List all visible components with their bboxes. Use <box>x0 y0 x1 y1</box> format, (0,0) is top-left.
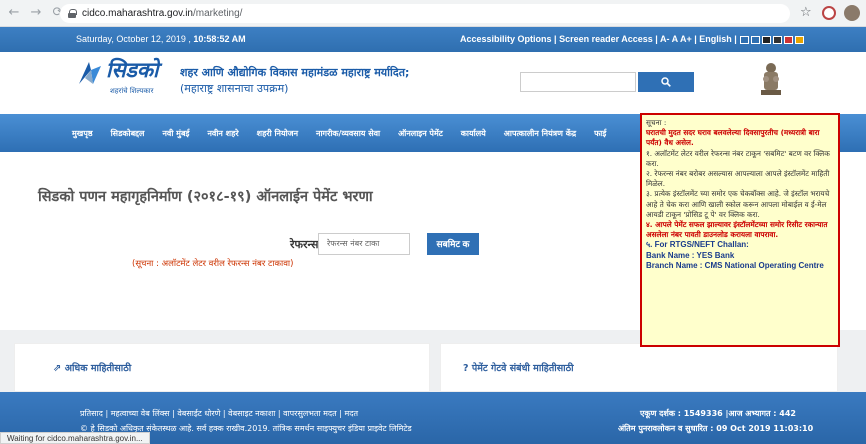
theme-swatch[interactable] <box>751 36 760 44</box>
logo-wordmark[interactable]: सिडको <box>106 56 158 84</box>
page-title: सिडको पणन महागृहनिर्माण (२०१८-१९) ऑनलाईन… <box>38 189 373 205</box>
nav-item-urban-planning[interactable]: शहरी नियोजन <box>257 128 298 139</box>
site-header: सिडको शहरांचे शिल्पकार शहर आणि औद्योगिक … <box>0 52 866 114</box>
notice-line: घरातची मुदत सदर घराव बलवलेल्या दिवसापुरत… <box>646 128 820 148</box>
search-icon <box>661 77 671 87</box>
payment-gateway-info-label: ? पेमेंट गेटवे संबंधी माहितीसाठी <box>463 363 574 374</box>
url-path: /marketing/ <box>192 8 243 19</box>
notice-line: ५. For RTGS/NEFT Challan: <box>646 240 749 250</box>
theme-swatches <box>740 36 804 44</box>
bookmark-star-icon[interactable]: ☆ <box>800 5 812 20</box>
notice-title: सूचना : <box>646 118 667 127</box>
lock-icon <box>68 9 77 18</box>
accessibility-links: Accessibility Options | Screen reader Ac… <box>460 34 737 44</box>
reference-number-input[interactable]: रेफरन्स नंबर टाका <box>318 233 410 255</box>
address-bar[interactable]: cidco.maharashtra.gov.in/marketing/ <box>60 4 790 23</box>
notice-line: ४. आपले पेमेंट सफल झाल्यावर इंस्टॉलमेंटच… <box>646 220 828 240</box>
theme-swatch[interactable] <box>784 36 793 44</box>
visitor-count: एकूण दर्शक : 1549336 |आज अभ्यागत : 442 <box>640 409 796 418</box>
nav-item-citizen-services[interactable]: नागरीक/व्यवसाय सेवा <box>316 128 380 139</box>
org-subtitle: (महाराष्ट्र शासनाचा उपक्रम) <box>180 82 289 95</box>
language-link[interactable]: English <box>699 34 732 44</box>
theme-swatch[interactable] <box>762 36 771 44</box>
more-info-box[interactable]: ⇗ अधिक माहितीसाठी <box>14 343 430 392</box>
footer-links[interactable]: प्रतिसाद | महत्वाच्या वेब लिंक्स | वेबसा… <box>80 408 358 419</box>
branch-name: Branch Name : CMS National Operating Cen… <box>646 260 824 270</box>
back-icon[interactable]: ← <box>6 5 22 21</box>
search-input[interactable] <box>520 72 636 92</box>
notice-line: ३. प्रत्येक इंस्टॉलमेंट च्या समोर एक चेक… <box>646 189 830 219</box>
nav-item-navi-mumbai[interactable]: नवी मुंबई <box>162 128 189 139</box>
profile-avatar[interactable] <box>844 5 860 21</box>
external-link-icon: ⇗ <box>53 363 62 374</box>
nav-item-emergency[interactable]: आपत्कालीन नियंत्रण केंद्र <box>504 128 576 139</box>
bank-name: Bank Name : YES Bank <box>646 250 735 260</box>
url-host: cidco.maharashtra.gov.in <box>82 8 193 19</box>
theme-swatch[interactable] <box>795 36 804 44</box>
browser-status-bar: Waiting for cidco.maharashtra.gov.in... <box>0 432 150 444</box>
more-info-label: ⇗ अधिक माहितीसाठी <box>53 363 132 374</box>
extension-icon[interactable] <box>822 6 836 20</box>
nav-item-offices[interactable]: कार्यालये <box>461 128 486 139</box>
notice-popup: सूचना : घरातची मुदत सदर घराव बलवलेल्या द… <box>640 113 840 347</box>
site-top-strip: Saturday, October 12, 2019 , 10:58:52 AM… <box>0 27 866 52</box>
screen-reader-link[interactable]: Screen reader Access <box>559 34 653 44</box>
last-updated: अंतिम पुनरावलोकन व सुधारित : 09 Oct 2019… <box>618 424 814 433</box>
search-button[interactable] <box>638 72 694 92</box>
font-size-controls[interactable]: A- A A+ <box>660 34 692 44</box>
national-emblem-icon <box>761 63 781 95</box>
notice-line: २. रेफरन्स नंबर बरोबर असल्यास आपल्याला आ… <box>646 169 830 189</box>
reference-hint: (सूचना : अलॉटमेंट लेटर वरील रेफरन्स नंबर… <box>132 259 294 269</box>
logo-tagline: शहरांचे शिल्पकार <box>110 87 154 95</box>
accessibility-options-link[interactable]: Accessibility Options <box>460 34 552 44</box>
cidco-logo-icon[interactable] <box>75 58 105 88</box>
theme-swatch[interactable] <box>773 36 782 44</box>
nav-item-new-towns[interactable]: नवीन शहरे <box>207 128 238 139</box>
nav-item-home[interactable]: मुखपृष्ठ <box>72 128 93 139</box>
submit-button[interactable]: सबमिट क <box>427 233 479 255</box>
date-time: Saturday, October 12, 2019 , 10:58:52 AM <box>76 34 246 44</box>
browser-toolbar: ← → ⟳ cidco.maharashtra.gov.in/marketing… <box>0 0 866 27</box>
nav-item-about[interactable]: सिडकोबद्दल <box>111 128 145 139</box>
nav-item-more[interactable]: फाई <box>594 128 606 139</box>
nav-item-online-payment[interactable]: ऑनलाइन पेमेंट <box>398 128 443 139</box>
notice-line: १. अलॉटमेंट लेटर वरील रेफरन्स नंबर टाकून… <box>646 148 830 168</box>
forward-icon[interactable]: → <box>28 5 44 21</box>
theme-swatch[interactable] <box>740 36 749 44</box>
payment-gateway-info-box[interactable]: ? पेमेंट गेटवे संबंधी माहितीसाठी <box>440 343 838 392</box>
org-name: शहर आणि औद्योगिक विकास महामंडळ महाराष्ट्… <box>180 66 410 79</box>
